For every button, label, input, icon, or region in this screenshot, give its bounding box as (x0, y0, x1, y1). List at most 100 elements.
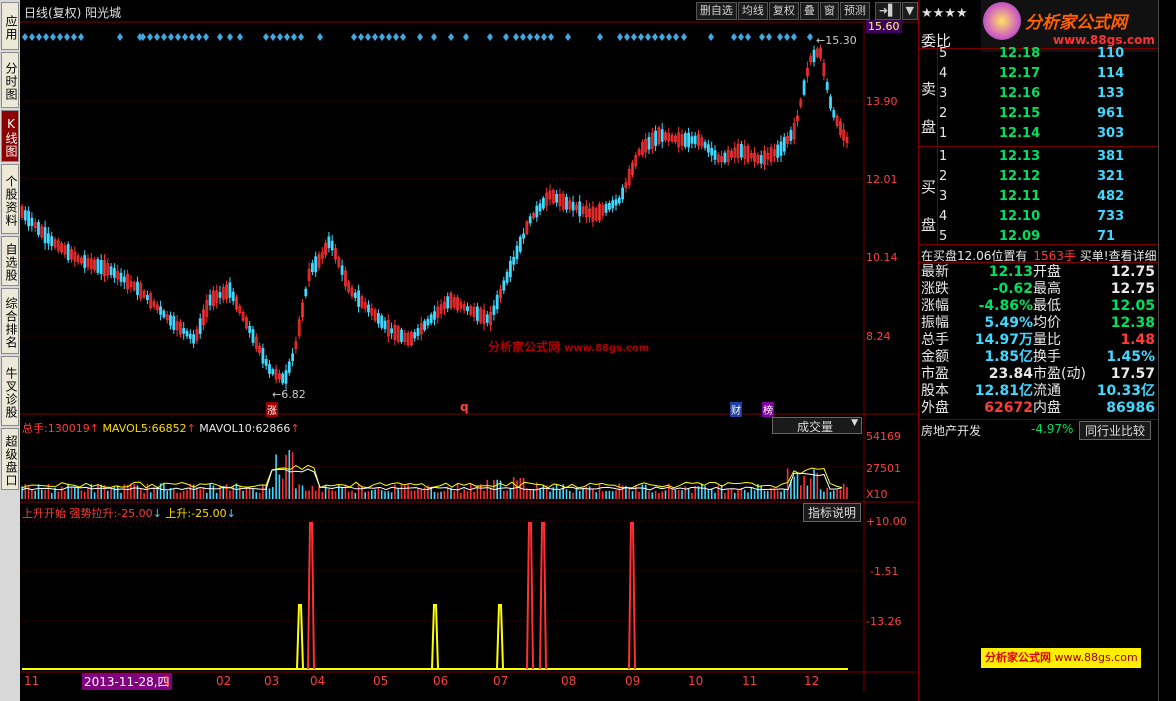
view-detail-link[interactable]: 查看详细 (1109, 249, 1157, 263)
candle-body (495, 294, 499, 310)
price: 12.10 (999, 209, 1041, 224)
volume: 381 (1097, 149, 1125, 164)
candle-body (261, 348, 265, 364)
signal-diamond (681, 33, 687, 41)
sell-row[interactable]: 4 12.17 114 (939, 65, 1159, 85)
stat-label: 量比 (1033, 332, 1061, 348)
remove-watchlist-button[interactable]: 删自选 (695, 2, 737, 20)
sell-row[interactable]: 3 12.16 133 (939, 85, 1159, 105)
chart-area[interactable] (20, 0, 918, 692)
tab-watchlist[interactable]: 自选股 (1, 236, 19, 286)
arrow-right-icon[interactable]: ➜▌ (874, 2, 901, 20)
candle-body (690, 136, 694, 144)
signal-diamond (168, 33, 174, 41)
level: 3 (939, 86, 948, 101)
stat-value: 10.33亿 (1096, 383, 1155, 399)
tab-intraday[interactable]: 分时图 (1, 52, 19, 108)
sell-row[interactable]: 5 12.18 110 (939, 45, 1159, 65)
buy-row[interactable]: 3 12.11 482 (939, 188, 1159, 208)
signal-diamond (738, 33, 744, 41)
indicator-select[interactable]: 成交量 ▼ (772, 417, 862, 434)
indicator-title: 上升开始 强势拉升:-25.00↓ 上升:-25.00↓ (22, 507, 236, 520)
stat-label: 市盈 (921, 366, 949, 382)
tab-super-quote[interactable]: 超级盘口 (1, 428, 19, 490)
dropdown-icon[interactable]: ▼ (901, 2, 918, 20)
kline-chart[interactable] (20, 0, 918, 692)
low-annotation: ←6.82 (272, 388, 306, 401)
buy-row[interactable]: 4 12.10 733 (939, 208, 1159, 228)
date-label: 02 (216, 674, 232, 688)
indicator-help-button[interactable]: 指标说明 (803, 503, 862, 522)
industry-compare-button[interactable]: 同行业比较 (1079, 421, 1152, 440)
signal-diamond (807, 33, 813, 41)
signal-diamond (393, 33, 399, 41)
candle-body (512, 256, 516, 265)
candle-body (291, 353, 295, 361)
stat-value: -0.62 (992, 281, 1033, 297)
candle-body (383, 320, 387, 330)
candle-body (446, 296, 450, 309)
stat-row: 振幅 5.49% 均价 12.38 (919, 315, 1159, 332)
candle-body (83, 255, 87, 269)
indicator-spike (496, 604, 504, 670)
date-label: 11 (24, 674, 40, 688)
signal-diamond (36, 33, 42, 41)
adjust-button[interactable]: 复权 (768, 2, 799, 20)
price: 12.16 (999, 86, 1041, 101)
right-edge-panel (1158, 0, 1176, 701)
ind-axis-1: +10.00 (866, 515, 907, 528)
indicator-spike (526, 522, 534, 670)
signal-diamond (43, 33, 49, 41)
stat-row: 市盈 23.84 市盈(动) 17.57 (919, 366, 1159, 383)
ma-button[interactable]: 均线 (737, 2, 768, 20)
window-button[interactable]: 窗 (819, 2, 839, 20)
sell-row[interactable]: 2 12.15 961 (939, 105, 1159, 125)
candle-body (228, 282, 232, 298)
overlay-button[interactable]: 叠 (799, 2, 819, 20)
price: 12.12 (999, 169, 1041, 184)
chart-title: 日线(复权) 阳光城 (24, 6, 122, 20)
tab-ranking[interactable]: 综合排名 (1, 288, 19, 354)
signal-diamond (777, 33, 783, 41)
cursor-date: 2013-11-28,四 (82, 673, 172, 690)
bang-mark[interactable]: 榜 (762, 402, 774, 417)
signal-diamond (386, 33, 392, 41)
candle-body (542, 197, 545, 209)
buy-label: 买盘 (921, 178, 937, 234)
candle-body (192, 334, 196, 344)
forecast-button[interactable]: 预测 (839, 2, 870, 20)
q-mark[interactable]: q (460, 400, 469, 414)
zhang-mark[interactable]: 涨 (266, 402, 278, 417)
tab-kline[interactable]: K线图 (1, 110, 19, 162)
sell-label: 卖盘 (921, 80, 937, 136)
signal-diamond (400, 33, 406, 41)
stat-label: 最高 (1033, 281, 1061, 297)
price: 12.14 (999, 126, 1041, 141)
tab-stock-info[interactable]: 个股资料 (1, 164, 19, 234)
buy-row[interactable]: 5 12.09 71 (939, 228, 1159, 248)
date-label: 07 (493, 674, 509, 688)
candle-body (284, 370, 288, 384)
sector-name[interactable]: 房地产开发 (921, 422, 981, 439)
signal-diamond (57, 33, 63, 41)
candle-body (614, 199, 618, 206)
candle-body (380, 315, 384, 328)
candle-body (162, 310, 166, 318)
tab-diagnosis[interactable]: 牛叉诊股 (1, 356, 19, 426)
stat-label: 外盘 (921, 400, 949, 416)
cai-mark[interactable]: 财 (730, 402, 742, 417)
signal-diamond (196, 33, 202, 41)
candle-body (518, 236, 522, 252)
stat-value: 17.57 (1110, 366, 1155, 382)
signal-diamond (638, 33, 644, 41)
watermark: 分析家公式网 www.88gs.com (488, 340, 650, 354)
buy-row[interactable]: 1 12.13 381 (939, 148, 1159, 168)
signal-diamond (182, 33, 188, 41)
candle-body (188, 333, 192, 339)
signal-diamond (71, 33, 77, 41)
buy-row[interactable]: 2 12.12 321 (939, 168, 1159, 188)
sell-row[interactable]: 1 12.14 303 (939, 125, 1159, 145)
candle-body (571, 201, 575, 211)
signal-diamond (548, 33, 554, 41)
tab-apps[interactable]: 应用 (1, 2, 19, 50)
